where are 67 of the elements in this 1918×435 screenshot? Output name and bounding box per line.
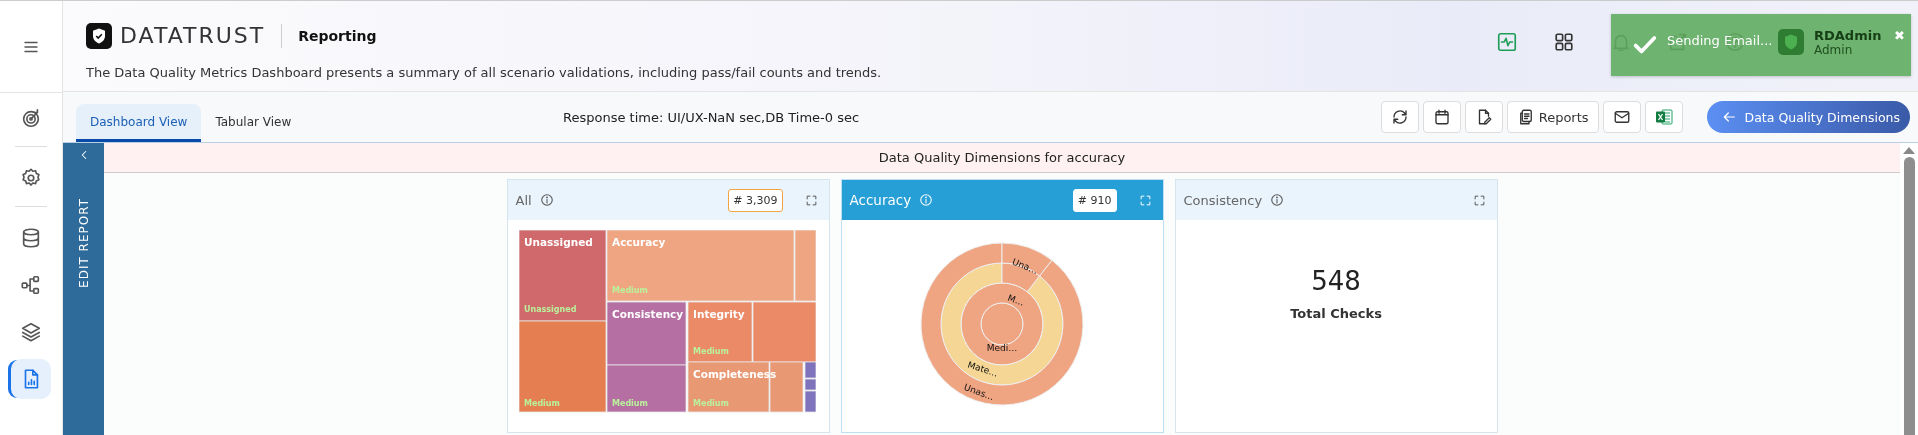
treemap-cell[interactable] [606,301,686,366]
dimensions-button[interactable]: Data Quality Dimensions [1706,101,1910,133]
refresh-button[interactable] [1380,101,1419,133]
flowchart-icon [20,274,42,296]
info-icon [919,193,934,207]
sunburst-label: Medi… [986,343,1018,353]
layers-icon [20,321,42,343]
email-button[interactable] [1602,101,1641,133]
treemap-sublabel: Medium [692,399,729,408]
logo-icon [86,22,112,49]
scrollbar-thumb[interactable] [1903,157,1915,435]
treemap-label: Unassigned [523,236,593,248]
activity-icon[interactable] [1495,31,1518,53]
edit-report-label: EDIT REPORT [76,198,91,288]
refresh-icon [1390,108,1409,126]
tab[interactable]: Tabular View [201,104,306,142]
settings-icon [20,167,42,189]
count-badge: # 3,309 [728,188,783,212]
expand-icon[interactable] [804,193,818,207]
avatar-icon[interactable] [1778,29,1804,55]
user-role: Admin [1814,42,1854,57]
reports-button[interactable]: Reports [1506,101,1599,133]
sunburst-label: M… [1006,292,1026,308]
info-icon [1270,193,1285,207]
treemap-label: Accuracy [611,236,665,248]
page-title: Reporting [298,27,377,44]
sunburst-segment[interactable] [1001,242,1053,277]
target-icon [20,107,42,129]
apps-icon[interactable] [1552,31,1575,53]
treemap-label: Consistency [611,308,683,320]
treemap-sublabel: Medium [692,347,729,356]
excel-button[interactable] [1644,101,1683,133]
total-caption: Total Checks [1290,306,1382,321]
dimension-banner: Data Quality Dimensions for accuracy [104,143,1900,173]
treemap-cell[interactable] [518,320,606,413]
treemap-cell[interactable] [518,230,606,322]
total-value: 548 [1311,266,1361,296]
treemap-cell[interactable] [687,301,752,363]
nav-button[interactable] [11,359,51,399]
response-time: Response time: UI/UX-NaN sec,DB Time-0 sec [563,109,861,125]
treemap-cell[interactable] [752,301,816,363]
count-badge: # 910 [1072,188,1117,212]
edit-report-panel[interactable]: EDIT REPORT [63,143,104,435]
treemap-sublabel: Unassigned [523,305,576,314]
sunburst-segment[interactable] [920,242,1084,406]
tab[interactable]: Dashboard View [76,104,202,142]
calendar-button[interactable] [1422,101,1461,133]
treemap-label: Integrity [692,308,745,320]
spreadsheet-icon [1654,108,1673,126]
treemap-sublabel: Medium [611,286,648,295]
database-icon [20,227,42,249]
user-name: RDAdmin [1814,27,1883,43]
card-title: Accuracy [849,192,912,208]
expand-icon[interactable] [1138,193,1152,207]
email-icon [1612,108,1631,126]
toast-message: Sending Email... [1667,32,1773,50]
card-title: All [515,192,532,208]
card-title: Consistency [1183,192,1263,208]
expand-icon[interactable] [1472,193,1486,207]
treemap-sublabel: Medium [611,399,648,408]
page-description: The Data Quality Metrics Dashboard presents a summary of all scenario validations, including pass/fail counts and trends. [86,64,883,80]
brand-name: DATATRUST [120,23,266,48]
treemap-sublabel: Medium [523,399,560,408]
info-icon [539,193,554,207]
calendar-icon [1432,108,1451,126]
edit-button[interactable] [1464,101,1503,133]
treemap-cell[interactable] [606,364,686,413]
